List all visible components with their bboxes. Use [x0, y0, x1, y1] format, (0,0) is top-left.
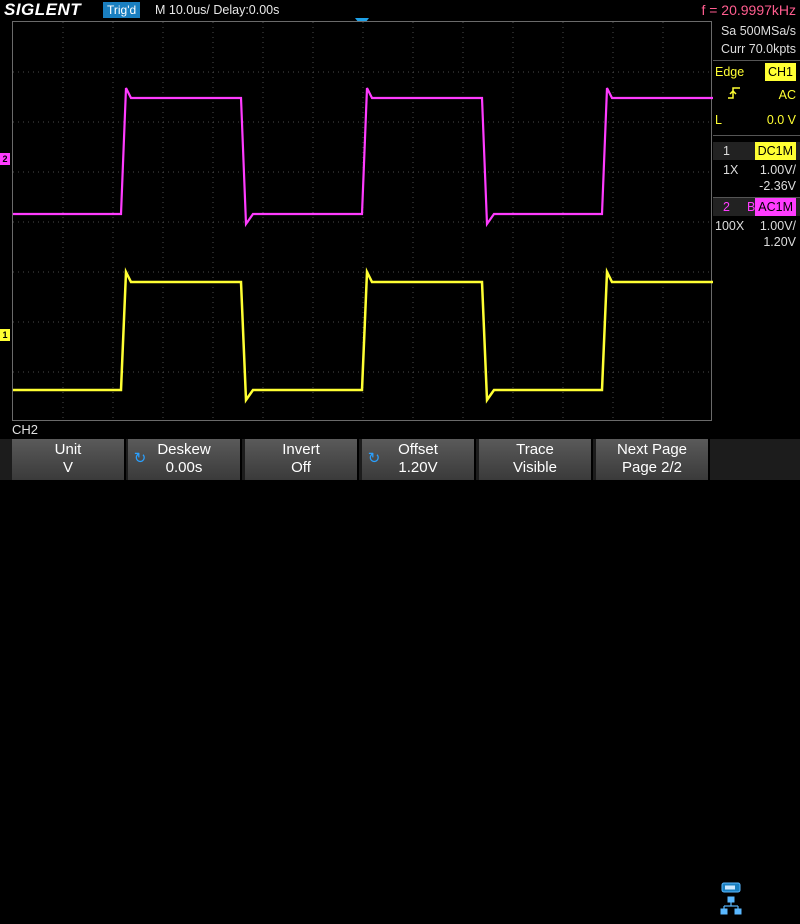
- trigger-type-row[interactable]: Edge CH1: [713, 63, 800, 81]
- ch2-header-row[interactable]: 2 B AC1M: [713, 198, 800, 216]
- sample-rate: Sa 500MSa/s: [720, 24, 796, 38]
- ch1-trace: [13, 267, 713, 404]
- offset-label: Offset: [398, 441, 438, 458]
- offset-value: 1.20V: [398, 459, 438, 476]
- ch1-offset: -2.36V: [759, 179, 796, 193]
- next-page-value: Page 2/2: [621, 459, 683, 476]
- trigger-type: Edge: [715, 65, 745, 79]
- trigger-status-badge: Trig'd: [103, 2, 141, 18]
- unit-label: Unit: [54, 441, 82, 458]
- ch2-level-marker[interactable]: 2: [0, 153, 10, 165]
- ch2-bw-limit: B: [747, 200, 756, 214]
- deskew-label: Deskew: [157, 441, 211, 458]
- timebase-readout: M 10.0us/ Delay:0.00s: [155, 3, 280, 17]
- ch2-offset: 1.20V: [763, 235, 796, 249]
- unit-button[interactable]: Unit V: [12, 439, 126, 480]
- invert-label: Invert: [282, 441, 320, 458]
- divider: [713, 135, 800, 136]
- trigger-level: 0.0 V: [766, 113, 796, 127]
- right-info-panel: Sa 500MSa/s Curr 70.0kpts Edge CH1 AC L …: [713, 20, 800, 440]
- trigger-coupling: AC: [778, 88, 796, 102]
- deskew-value: 0.00s: [165, 459, 203, 476]
- trigger-level-row[interactable]: L 0.0 V: [713, 111, 800, 129]
- ch2-trace: [13, 87, 713, 228]
- ch2-offset-row: 1.20V: [713, 233, 800, 251]
- connectivity-status: [716, 880, 800, 919]
- sample-rate-row: Sa 500MSa/s: [713, 22, 800, 40]
- next-page-label: Next Page: [616, 441, 688, 458]
- offset-button[interactable]: ↻ Offset 1.20V: [362, 439, 476, 480]
- menu-title: CH2: [12, 422, 39, 437]
- ch2-coupling: AC1M: [755, 198, 796, 216]
- siglent-logo: SIGLENT: [4, 0, 82, 19]
- trigger-coupling-row[interactable]: AC: [713, 86, 800, 104]
- ch1-level-marker[interactable]: 1: [0, 329, 10, 341]
- ch1-header-row[interactable]: 1 DC1M: [713, 142, 800, 160]
- network-icon: [720, 896, 742, 915]
- frequency-counter: f = 20.9997kHz: [701, 2, 796, 18]
- invert-value: Off: [291, 459, 311, 476]
- divider: [713, 60, 800, 61]
- waveform-display[interactable]: [12, 21, 713, 422]
- rising-edge-icon: [727, 86, 741, 105]
- trace-label: Trace: [516, 441, 554, 458]
- trigger-source: CH1: [764, 63, 796, 81]
- ch1-number: 1: [723, 144, 730, 158]
- invert-button[interactable]: Invert Off: [245, 439, 359, 480]
- deskew-button[interactable]: ↻ Deskew 0.00s: [128, 439, 242, 480]
- ch1-coupling: DC1M: [754, 142, 796, 160]
- memory-depth: Curr 70.0kpts: [720, 42, 796, 56]
- trace-value: Visible: [513, 459, 557, 476]
- unit-value: V: [62, 459, 73, 476]
- trigger-level-label: L: [715, 113, 722, 127]
- top-status-bar: SIGLENT Trig'd M 10.0us/ Delay:0.00s f =…: [0, 0, 800, 20]
- waveform-graticule: [13, 22, 713, 422]
- next-page-button[interactable]: Next Page Page 2/2: [596, 439, 710, 480]
- ch2-number: 2: [723, 200, 730, 214]
- ch1-offset-row: -2.36V: [713, 177, 800, 195]
- trace-button[interactable]: Trace Visible: [479, 439, 593, 480]
- memory-depth-row: Curr 70.0kpts: [713, 40, 800, 58]
- usb-icon: [721, 882, 741, 893]
- softkey-menu: Unit V ↻ Deskew 0.00s Invert Off ↻ Offse…: [0, 439, 800, 915]
